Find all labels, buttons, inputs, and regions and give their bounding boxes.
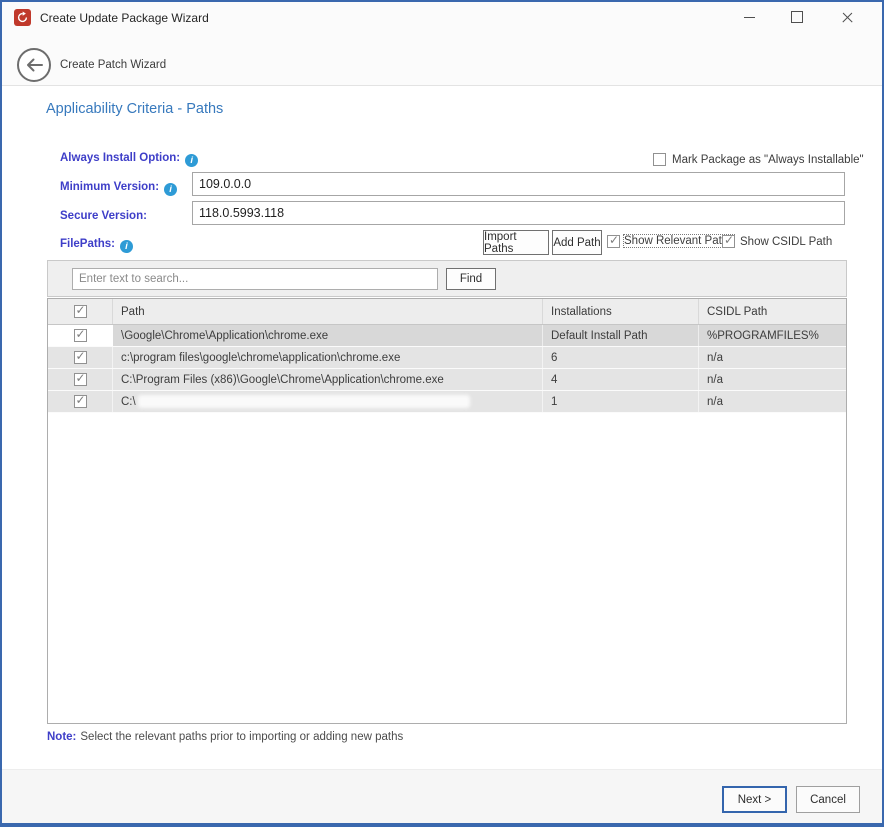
filepaths-label: FilePaths: bbox=[60, 238, 133, 253]
info-circle-icon[interactable] bbox=[120, 240, 133, 253]
redacted-blur bbox=[138, 395, 470, 408]
close-button[interactable] bbox=[824, 2, 870, 32]
table-row[interactable]: C:\ 1 n/a bbox=[48, 391, 846, 413]
row-path-cell: C:\ bbox=[113, 391, 543, 412]
note-body: Select the relevant paths prior to impor… bbox=[80, 731, 403, 743]
row-path-cell: c:\program files\google\chrome\applicati… bbox=[113, 347, 543, 368]
always-install-label: Always Install Option: bbox=[60, 152, 198, 167]
row-installations-cell: 1 bbox=[543, 391, 699, 412]
row-path-cell: \Google\Chrome\Application\chrome.exe bbox=[113, 325, 543, 346]
mark-always-installable-label: Mark Package as "Always Installable" bbox=[672, 154, 864, 166]
row-csidl-cell: n/a bbox=[699, 391, 846, 412]
row-installations-cell: 6 bbox=[543, 347, 699, 368]
add-path-button[interactable]: Add Path bbox=[552, 230, 602, 255]
back-arrow-icon bbox=[26, 58, 43, 72]
secure-version-label-text: Secure Version: bbox=[60, 210, 147, 222]
row-csidl-cell: n/a bbox=[699, 369, 846, 390]
row-checkbox-cell bbox=[48, 325, 113, 346]
app-logo-icon bbox=[14, 9, 31, 26]
wizard-name-label: Create Patch Wizard bbox=[60, 59, 166, 71]
maximize-button[interactable] bbox=[774, 2, 820, 32]
secure-version-label: Secure Version: bbox=[60, 210, 147, 222]
mark-always-installable-checkbox[interactable] bbox=[653, 153, 666, 166]
minimize-button[interactable] bbox=[726, 2, 772, 32]
footer-bar: Next > Cancel bbox=[2, 769, 882, 826]
table-row[interactable]: c:\program files\google\chrome\applicati… bbox=[48, 347, 846, 369]
secure-version-input[interactable] bbox=[192, 201, 845, 225]
minimum-version-label-text: Minimum Version: bbox=[60, 181, 159, 193]
row-path-text: c:\program files\google\chrome\applicati… bbox=[121, 352, 400, 364]
title-bar: Create Update Package Wizard bbox=[2, 2, 882, 32]
minimum-version-label: Minimum Version: bbox=[60, 181, 177, 196]
page-title: Applicability Criteria - Paths bbox=[46, 101, 223, 117]
row-checkbox-cell bbox=[48, 369, 113, 390]
row-path-text: \Google\Chrome\Application\chrome.exe bbox=[121, 330, 328, 342]
app-logo-glyph bbox=[16, 11, 29, 24]
select-all-cell bbox=[48, 299, 113, 324]
row-csidl-cell: n/a bbox=[699, 347, 846, 368]
next-button[interactable]: Next > bbox=[722, 786, 787, 813]
back-button[interactable] bbox=[17, 48, 51, 82]
show-relevant-paths-checkbox[interactable] bbox=[607, 235, 620, 248]
row-csidl-cell: %PROGRAMFILES% bbox=[699, 325, 846, 346]
search-panel: Find bbox=[47, 260, 847, 297]
minimum-version-input[interactable] bbox=[192, 172, 845, 196]
cancel-button[interactable]: Cancel bbox=[796, 786, 860, 813]
note-text: Note: Select the relevant paths prior to … bbox=[47, 731, 403, 743]
row-checkbox-cell bbox=[48, 347, 113, 368]
show-csidl-path-checkbox[interactable] bbox=[722, 235, 735, 248]
import-paths-button[interactable]: Import Paths bbox=[483, 230, 549, 255]
maximize-icon bbox=[791, 11, 803, 23]
row-checkbox[interactable] bbox=[74, 351, 87, 364]
always-install-label-text: Always Install Option: bbox=[60, 152, 180, 164]
row-path-cell: C:\Program Files (x86)\Google\Chrome\App… bbox=[113, 369, 543, 390]
table-row[interactable]: C:\Program Files (x86)\Google\Chrome\App… bbox=[48, 369, 846, 391]
select-all-checkbox[interactable] bbox=[74, 305, 87, 318]
row-checkbox-cell bbox=[48, 391, 113, 412]
column-header-installations[interactable]: Installations bbox=[543, 299, 699, 324]
table-row[interactable]: \Google\Chrome\Application\chrome.exe De… bbox=[48, 325, 846, 347]
wizard-window: Create Update Package Wizard Create Patc… bbox=[0, 0, 884, 827]
column-header-csidl-path[interactable]: CSIDL Path bbox=[699, 299, 846, 324]
row-checkbox[interactable] bbox=[74, 395, 87, 408]
row-path-text: C:\ bbox=[121, 396, 136, 408]
row-checkbox[interactable] bbox=[74, 373, 87, 386]
row-path-text: C:\Program Files (x86)\Google\Chrome\App… bbox=[121, 374, 444, 386]
search-input[interactable] bbox=[72, 268, 438, 290]
show-relevant-paths-label[interactable]: Show Relevant Paths bbox=[624, 235, 734, 247]
table-body: \Google\Chrome\Application\chrome.exe De… bbox=[48, 325, 846, 413]
find-button[interactable]: Find bbox=[446, 268, 496, 290]
row-checkbox[interactable] bbox=[74, 329, 87, 342]
show-csidl-path-label[interactable]: Show CSIDL Path bbox=[740, 236, 832, 248]
note-prefix: Note: bbox=[47, 731, 76, 743]
paths-table: Path Installations CSIDL Path \Google\Ch… bbox=[47, 298, 847, 724]
filepaths-label-text: FilePaths: bbox=[60, 238, 115, 250]
window-title: Create Update Package Wizard bbox=[40, 11, 209, 25]
close-icon bbox=[841, 11, 854, 24]
column-header-path[interactable]: Path bbox=[113, 299, 543, 324]
minimize-icon bbox=[744, 17, 755, 18]
info-circle-icon[interactable] bbox=[164, 183, 177, 196]
row-installations-cell: 4 bbox=[543, 369, 699, 390]
row-installations-cell: Default Install Path bbox=[543, 325, 699, 346]
table-header-row: Path Installations CSIDL Path bbox=[48, 299, 846, 325]
info-circle-icon[interactable] bbox=[185, 154, 198, 167]
